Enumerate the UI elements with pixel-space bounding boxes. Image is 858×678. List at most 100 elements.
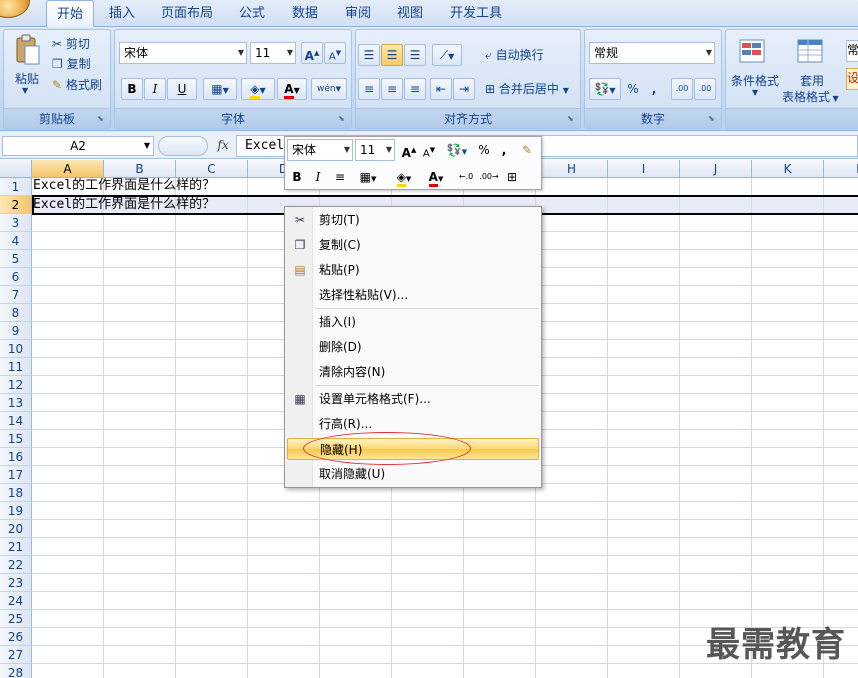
tab-page-layout[interactable]: 页面布局 (152, 0, 222, 27)
alignment-launcher-icon[interactable]: ⬊ (567, 114, 577, 124)
italic-button[interactable]: I (144, 78, 166, 100)
paste-button[interactable]: 粘贴 (10, 70, 44, 87)
row-header-14[interactable]: 14 (0, 412, 32, 430)
phonetic-button[interactable]: wén▼ (311, 78, 347, 100)
menu-item-delete[interactable]: 删除(D) (287, 336, 539, 358)
increase-decimal-button[interactable]: .00 (671, 78, 693, 100)
tab-developer[interactable]: 开发工具 (442, 0, 510, 27)
mini-font-color-button[interactable]: A▼ (421, 166, 451, 188)
merge-center-button[interactable]: ⊞ 合并后居中 ▼ (484, 78, 578, 100)
tab-home[interactable]: 开始 (46, 0, 94, 28)
mini-percent-button[interactable]: % (475, 139, 493, 161)
paste-dropdown-icon[interactable]: ▼ (22, 86, 28, 95)
align-bottom-button[interactable]: ☰ (404, 44, 426, 66)
column-header-l[interactable]: L (824, 160, 858, 178)
row-header-5[interactable]: 5 (0, 250, 32, 268)
row-header-22[interactable]: 22 (0, 556, 32, 574)
row-header-4[interactable]: 4 (0, 232, 32, 250)
increase-indent-button[interactable]: ⇥ (453, 78, 475, 100)
menu-item-insert[interactable]: 插入(I) (287, 311, 539, 333)
mini-increase-decimal-button[interactable]: ←.0 (455, 166, 477, 188)
accounting-format-button[interactable]: 💱▼ (589, 78, 621, 100)
format-painter-button[interactable]: ✎ 格式刷 (52, 76, 102, 94)
tab-insert[interactable]: 插入 (100, 0, 144, 27)
row-header-11[interactable]: 11 (0, 358, 32, 376)
row-header-27[interactable]: 27 (0, 646, 32, 664)
row-header-9[interactable]: 9 (0, 322, 32, 340)
orientation-button[interactable]: ⟋▼ (432, 44, 462, 66)
menu-item-paste[interactable]: ▤ 粘贴(P) (287, 259, 539, 281)
insert-function-button[interactable]: fx (212, 135, 234, 155)
row-header-28[interactable]: 28 (0, 664, 32, 678)
underline-button[interactable]: U (167, 78, 197, 100)
menu-item-format-cells[interactable]: ▦ 设置单元格格式(F)... (287, 388, 539, 410)
cell-a1[interactable]: Excel的工作界面是什么样的？ (33, 177, 215, 195)
column-header-j[interactable]: J (680, 160, 752, 178)
conditional-format-dropdown-icon[interactable]: ▼ (752, 88, 758, 97)
align-right-button[interactable]: ≡ (404, 78, 426, 100)
grow-font-button[interactable]: A▲ (301, 42, 323, 64)
menu-item-cut[interactable]: ✂ 剪切(T) (287, 209, 539, 231)
column-header-c[interactable]: C (176, 160, 248, 178)
menu-item-copy[interactable]: ❐ 复制(C) (287, 234, 539, 256)
row-header-26[interactable]: 26 (0, 628, 32, 646)
name-box[interactable]: A2 ▼ (2, 136, 154, 156)
formula-bar-splitter[interactable] (158, 136, 208, 156)
row-header-23[interactable]: 23 (0, 574, 32, 592)
fill-color-button[interactable]: ◈▼ (241, 78, 275, 100)
cell-a2[interactable]: Excel的工作界面是什么样的？ (33, 196, 215, 214)
column-header-h[interactable]: H (536, 160, 608, 178)
wrap-text-button[interactable]: ⤶ 自动换行 (484, 44, 556, 66)
tab-view[interactable]: 视图 (388, 0, 432, 27)
mini-shrink-font-button[interactable]: A▼ (420, 139, 438, 161)
shrink-font-button[interactable]: A▼ (324, 42, 346, 64)
decrease-decimal-button[interactable]: .00 (694, 78, 716, 100)
conditional-format-icon[interactable] (738, 36, 768, 66)
column-header-k[interactable]: K (752, 160, 824, 178)
menu-item-paste-special[interactable]: 选择性粘贴(V)... (287, 284, 539, 306)
mini-fill-color-button[interactable]: ◈▼ (389, 166, 419, 188)
mini-borders-button[interactable]: ▦▼ (353, 166, 383, 188)
mini-grow-font-button[interactable]: A▲ (399, 139, 419, 161)
row-header-17[interactable]: 17 (0, 466, 32, 484)
mini-comma-button[interactable]: , (497, 139, 511, 161)
column-header-i[interactable]: I (608, 160, 680, 178)
menu-item-unhide[interactable]: 取消隐藏(U) (287, 463, 539, 485)
format-as-table-label-1[interactable]: 套用 (786, 72, 838, 89)
tab-formulas[interactable]: 公式 (230, 0, 274, 27)
column-header-b[interactable]: B (104, 160, 176, 178)
mini-format-painter-button[interactable]: ✎ (517, 139, 537, 161)
mini-decrease-decimal-button[interactable]: .00→ (478, 166, 500, 188)
font-size-combo[interactable]: 11 ▼ (250, 42, 296, 64)
mini-merge-button[interactable]: ⊞ (501, 166, 523, 188)
row-header-13[interactable]: 13 (0, 394, 32, 412)
tab-review[interactable]: 审阅 (336, 0, 380, 27)
row-header-21[interactable]: 21 (0, 538, 32, 556)
row-header-10[interactable]: 10 (0, 340, 32, 358)
mini-center-button[interactable]: ≡ (330, 166, 350, 188)
select-all-corner[interactable] (0, 160, 32, 178)
office-button[interactable] (0, 0, 30, 18)
menu-item-row-height[interactable]: 行高(R)... (287, 413, 539, 435)
decrease-indent-button[interactable]: ⇤ (430, 78, 452, 100)
paste-icon[interactable] (12, 34, 42, 66)
borders-button[interactable]: ▦▼ (203, 78, 237, 100)
row-header-15[interactable]: 15 (0, 430, 32, 448)
row-header-8[interactable]: 8 (0, 304, 32, 322)
row-header-2[interactable]: 2 (0, 196, 32, 214)
row-header-1[interactable]: 1 (0, 178, 32, 196)
conditional-format-button[interactable]: 条件格式 (728, 72, 782, 89)
mini-bold-button[interactable]: B (287, 166, 307, 188)
row-header-12[interactable]: 12 (0, 376, 32, 394)
align-top-button[interactable]: ☰ (358, 44, 380, 66)
comma-button[interactable]: , (645, 78, 663, 100)
align-center-button[interactable]: ≡ (381, 78, 403, 100)
format-as-table-button[interactable]: 表格格式 ▼ (782, 88, 848, 105)
align-left-button[interactable]: ≡ (358, 78, 380, 100)
row-header-25[interactable]: 25 (0, 610, 32, 628)
mini-font-name-combo[interactable]: 宋体 ▼ (287, 139, 353, 161)
font-name-combo[interactable]: 宋体 ▼ (119, 42, 247, 64)
row-header-3[interactable]: 3 (0, 214, 32, 232)
font-launcher-icon[interactable]: ⬊ (338, 114, 348, 124)
copy-button[interactable]: ❐ 复制 (52, 55, 91, 73)
